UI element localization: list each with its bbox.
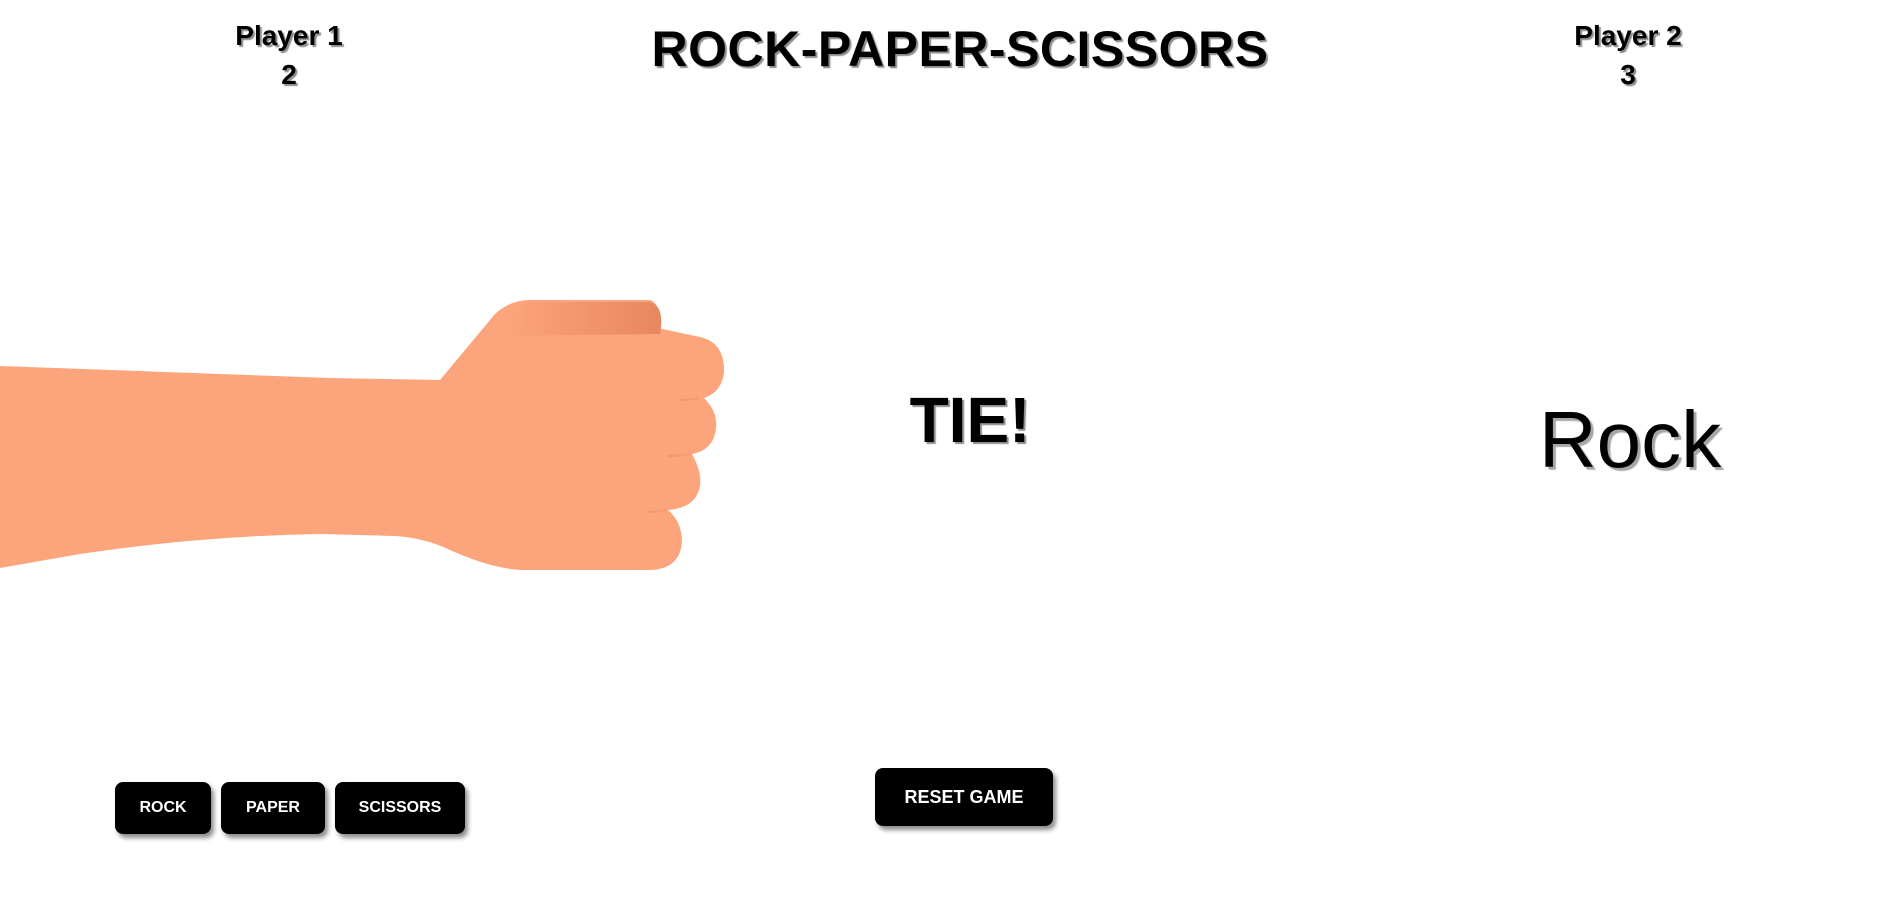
hand-thumb-shape bbox=[502, 302, 662, 336]
game-page: Player 1 2 ROCK-PAPER-SCISSORS Player 2 … bbox=[0, 0, 1901, 916]
player-1-name: Player 1 bbox=[235, 20, 343, 51]
player-2-choice: Rock bbox=[1538, 395, 1722, 484]
rock-button[interactable]: ROCK bbox=[115, 782, 211, 834]
page-title: ROCK-PAPER-SCISSORS bbox=[651, 21, 1269, 77]
paper-button[interactable]: PAPER bbox=[221, 782, 325, 834]
player-2-name: Player 2 bbox=[1574, 20, 1682, 51]
fist-hand-icon bbox=[0, 300, 725, 570]
player-1-score: 2 bbox=[281, 59, 297, 90]
player-1-panel: Player 1 2 bbox=[189, 16, 389, 94]
player-2-score: 3 bbox=[1620, 59, 1636, 90]
choice-button-group: ROCK PAPER SCISSORS bbox=[115, 782, 465, 834]
scissors-button[interactable]: SCISSORS bbox=[335, 782, 465, 834]
reset-game-button[interactable]: RESET GAME bbox=[875, 768, 1053, 826]
round-result: TIE! bbox=[909, 384, 1031, 456]
player-2-panel: Player 2 3 bbox=[1528, 16, 1728, 94]
hand-palm-shape bbox=[0, 300, 725, 570]
